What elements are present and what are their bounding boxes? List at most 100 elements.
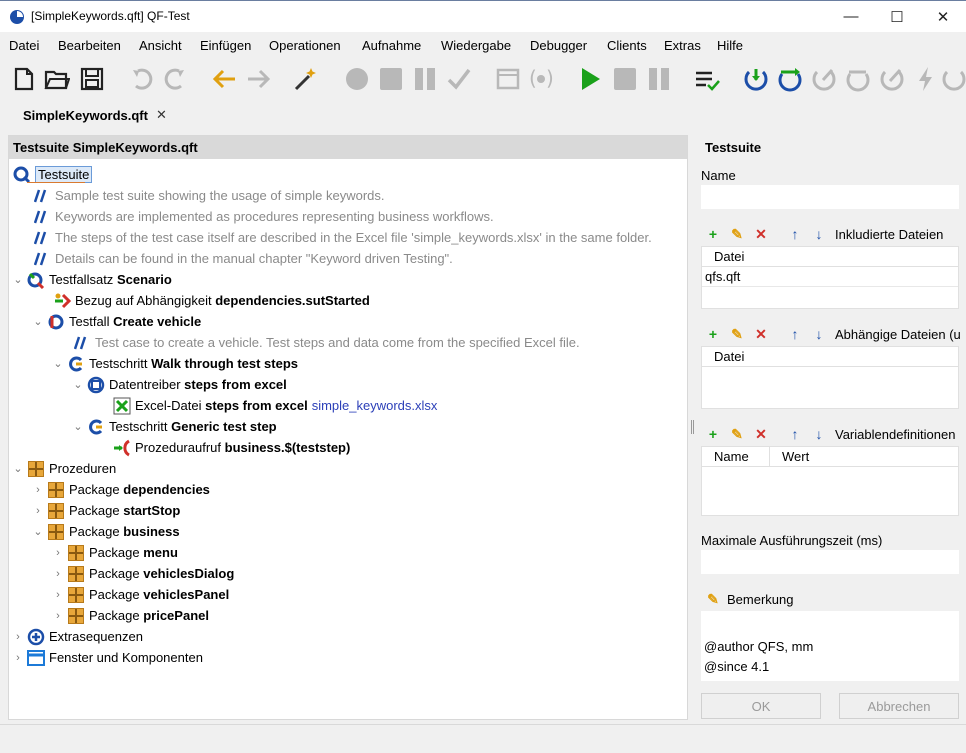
new-file-icon[interactable]: [10, 65, 38, 93]
continue-icon[interactable]: [878, 65, 906, 93]
expand-chevron-icon[interactable]: ⌄: [73, 420, 83, 433]
expand-chevron-icon[interactable]: ›: [13, 652, 23, 664]
tree-row-windows[interactable]: › Fenster und Komponenten: [13, 647, 203, 668]
tree-row-package[interactable]: › Package menu: [53, 542, 178, 563]
name-field[interactable]: [701, 185, 959, 209]
close-tab-icon[interactable]: ✕: [156, 107, 167, 123]
tree-row-package[interactable]: ⌄ Package business: [33, 521, 180, 542]
edit-icon[interactable]: ✎: [725, 324, 749, 344]
menu-hilfe[interactable]: Hilfe: [717, 38, 743, 53]
component-icon[interactable]: [494, 65, 522, 93]
expand-chevron-icon[interactable]: ›: [13, 631, 23, 643]
column-header[interactable]: Datei: [702, 347, 756, 366]
tree-row-datadriver[interactable]: ⌄ Datentreiber steps from excel: [73, 374, 287, 395]
tree-row-comment[interactable]: Test case to create a vehicle. Test step…: [73, 332, 580, 353]
menu-extras[interactable]: Extras: [664, 38, 701, 53]
arrow-step-icon[interactable]: [940, 65, 966, 93]
expand-chevron-icon[interactable]: ⌄: [33, 525, 43, 538]
step-over-icon[interactable]: [776, 65, 804, 93]
check-icon[interactable]: [445, 65, 473, 93]
expand-chevron-icon[interactable]: ⌄: [13, 273, 23, 286]
add-icon[interactable]: +: [701, 324, 725, 344]
move-up-icon[interactable]: ↑: [783, 424, 807, 444]
expand-chevron-icon[interactable]: ⌄: [13, 462, 23, 475]
back-arrow-icon[interactable]: [210, 65, 238, 93]
tree-row-testset[interactable]: ⌄ Testfallsatz Scenario: [13, 269, 172, 290]
column-header-name[interactable]: Name: [702, 447, 770, 466]
step-in-icon[interactable]: [742, 65, 770, 93]
edit-icon[interactable]: ✎: [725, 224, 749, 244]
move-up-icon[interactable]: ↑: [783, 324, 807, 344]
forward-arrow-icon[interactable]: [245, 65, 273, 93]
menu-operationen[interactable]: Operationen: [269, 38, 341, 53]
undo-icon[interactable]: [128, 65, 156, 93]
included-files-table[interactable]: Datei qfs.qft: [701, 246, 959, 309]
expand-chevron-icon[interactable]: ›: [33, 505, 43, 517]
menu-aufnahme[interactable]: Aufnahme: [362, 38, 421, 53]
menu-einfuegen[interactable]: Einfügen: [200, 38, 251, 53]
max-time-field[interactable]: [701, 550, 959, 574]
table-row[interactable]: qfs.qft: [702, 267, 958, 287]
menu-ansicht[interactable]: Ansicht: [139, 38, 182, 53]
ok-button[interactable]: OK: [701, 693, 821, 719]
excel-file-link[interactable]: simple_keywords.xlsx: [312, 398, 438, 413]
tree-row-dependency[interactable]: Bezug auf Abhängigkeit dependencies.sutS…: [53, 290, 370, 311]
menu-debugger[interactable]: Debugger: [530, 38, 587, 53]
variables-table[interactable]: Name Wert: [701, 446, 959, 516]
expand-chevron-icon[interactable]: ›: [53, 547, 63, 559]
tab-simplekeywords[interactable]: SimpleKeywords.qft ✕: [15, 102, 175, 128]
run-log-icon[interactable]: [693, 65, 721, 93]
dependent-files-table[interactable]: Datei: [701, 346, 959, 409]
pause-record-icon[interactable]: [411, 65, 439, 93]
delete-icon[interactable]: ✕: [749, 324, 773, 344]
tree-row-teststep[interactable]: ⌄ Testschritt Walk through test steps: [53, 353, 298, 374]
cancel-button[interactable]: Abbrechen: [839, 693, 959, 719]
menu-datei[interactable]: Datei: [9, 38, 39, 53]
open-folder-icon[interactable]: [43, 65, 71, 93]
magic-wand-icon[interactable]: [292, 65, 320, 93]
tree-row-comment[interactable]: The steps of the test case itself are de…: [33, 227, 652, 248]
expand-chevron-icon[interactable]: ›: [53, 589, 63, 601]
close-button[interactable]: ✕: [920, 1, 966, 32]
maximize-button[interactable]: ☐: [874, 1, 920, 32]
redo-icon[interactable]: [161, 65, 189, 93]
tree-row-package[interactable]: › Package vehiclesDialog: [53, 563, 234, 584]
expand-chevron-icon[interactable]: ⌄: [53, 357, 63, 370]
add-icon[interactable]: +: [701, 224, 725, 244]
menu-bearbeiten[interactable]: Bearbeiten: [58, 38, 121, 53]
splitter-handle[interactable]: [691, 420, 694, 434]
delete-icon[interactable]: ✕: [749, 224, 773, 244]
tree-row-package[interactable]: › Package pricePanel: [53, 605, 209, 626]
stop-record-icon[interactable]: [377, 65, 405, 93]
tree-row-excel[interactable]: Excel-Datei steps from excel simple_keywo…: [113, 395, 437, 416]
edit-comment-icon[interactable]: ✎: [701, 589, 725, 609]
expand-chevron-icon[interactable]: ⌄: [73, 378, 83, 391]
stop-icon[interactable]: [611, 65, 639, 93]
tree-row-comment[interactable]: Details can be found in the manual chapt…: [33, 248, 453, 269]
minimize-button[interactable]: —: [828, 1, 874, 32]
play-icon[interactable]: [576, 65, 604, 93]
tree-row-extras[interactable]: › Extrasequenzen: [13, 626, 143, 647]
tree-row-comment[interactable]: Sample test suite showing the usage of s…: [33, 185, 385, 206]
move-down-icon[interactable]: ↓: [807, 424, 831, 444]
delete-icon[interactable]: ✕: [749, 424, 773, 444]
tree-row-comment[interactable]: Keywords are implemented as procedures r…: [33, 206, 494, 227]
move-down-icon[interactable]: ↓: [807, 224, 831, 244]
skip-icon[interactable]: [844, 65, 872, 93]
pause-icon[interactable]: [645, 65, 673, 93]
expand-chevron-icon[interactable]: ›: [53, 568, 63, 580]
tree-row-testcase[interactable]: ⌄ Testfall Create vehicle: [33, 311, 201, 332]
expand-chevron-icon[interactable]: ›: [53, 610, 63, 622]
tree-row-teststep[interactable]: ⌄ Testschritt Generic test step: [73, 416, 276, 437]
procedure-record-icon[interactable]: (): [527, 65, 555, 93]
expand-chevron-icon[interactable]: ⌄: [33, 315, 43, 328]
column-header-value[interactable]: Wert: [770, 447, 821, 466]
menu-clients[interactable]: Clients: [607, 38, 647, 53]
tree-row-procedure-call[interactable]: Prozeduraufruf business.$(teststep): [113, 437, 350, 458]
comment-textarea[interactable]: @author QFS, mm @since 4.1: [701, 611, 959, 681]
tree-row-package[interactable]: › Package dependencies: [33, 479, 210, 500]
save-icon[interactable]: [78, 65, 106, 93]
tree-row-package[interactable]: › Package vehiclesPanel: [53, 584, 229, 605]
lightning-icon[interactable]: [912, 65, 940, 93]
tree-row-procedures[interactable]: ⌄ Prozeduren: [13, 458, 116, 479]
